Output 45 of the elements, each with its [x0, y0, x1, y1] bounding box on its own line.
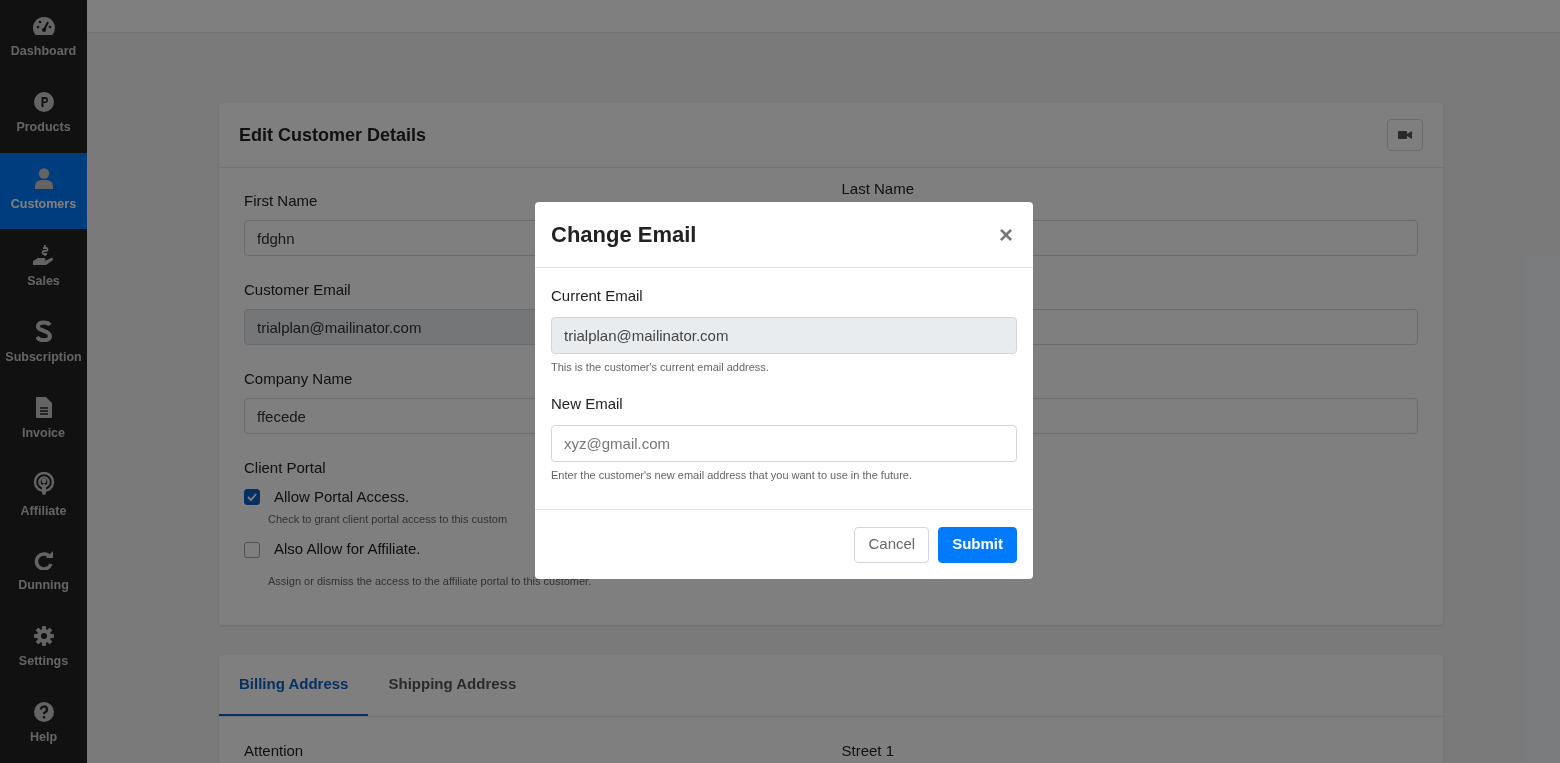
sidebar-item[interactable]: Settings [0, 610, 87, 687]
sidebar-item[interactable]: Customers [0, 152, 87, 229]
circle-p-icon [33, 92, 54, 113]
section-label: Client Portal [244, 458, 326, 478]
field-label: Last Name [841, 179, 915, 199]
redo-icon [33, 549, 54, 570]
sidebar-item[interactable]: Invoice [0, 381, 87, 458]
help-icon [33, 702, 54, 723]
sidebar-item[interactable]: Affiliate [0, 457, 87, 535]
sidebar-item[interactable]: Products [0, 76, 87, 153]
help-text: Assign or dismiss the access to the affiliate portal to this customer. [268, 573, 592, 589]
checkbox[interactable] [244, 541, 260, 558]
sidebar-item[interactable]: Subscription [0, 305, 87, 382]
input-field[interactable]: xyz@gmail.com [551, 424, 1017, 462]
help-text: Enter the customer's new email address that you want to use in the future. [551, 467, 913, 483]
cancel-button[interactable]: Cancel [854, 526, 930, 563]
checkbox[interactable] [244, 489, 260, 505]
gauge-icon [31, 15, 56, 36]
field-label: Current Email [551, 286, 643, 306]
sidebar-item[interactable]: Dashboard [0, 0, 87, 77]
dialog-title: Change Email [551, 221, 697, 249]
podcast-icon [32, 471, 55, 496]
help-text: Check to grant client portal access to this custom [268, 512, 508, 527]
field-label: Street 1 [841, 741, 896, 761]
checkbox-label: Allow Portal Access. [274, 486, 410, 507]
submit-button[interactable]: Submit [938, 526, 1017, 563]
sidebar-item[interactable]: Dunning [0, 534, 87, 611]
checkbox-label: Also Allow for Affiliate. [274, 539, 421, 560]
field-label: First Name [244, 191, 318, 211]
help-text: This is the customer's current email address. [551, 359, 770, 375]
document-icon [35, 396, 52, 418]
video-camera-icon [1398, 130, 1412, 140]
close-button[interactable]: × [995, 222, 1017, 247]
field-label: Customer Email [244, 280, 351, 300]
field-label: Attention [244, 741, 305, 761]
sidebar-item[interactable]: Help [0, 686, 87, 763]
user-icon [34, 167, 53, 189]
tab[interactable]: Billing Address [219, 655, 369, 716]
check-icon [247, 493, 257, 501]
s-logo-icon [35, 319, 52, 342]
field-label: Company Name [244, 369, 353, 389]
hand-dollar-icon [31, 243, 56, 266]
video-button[interactable] [1387, 119, 1423, 151]
tab[interactable]: Shipping Address [368, 655, 537, 716]
card-title: Edit Customer Details [239, 123, 427, 147]
